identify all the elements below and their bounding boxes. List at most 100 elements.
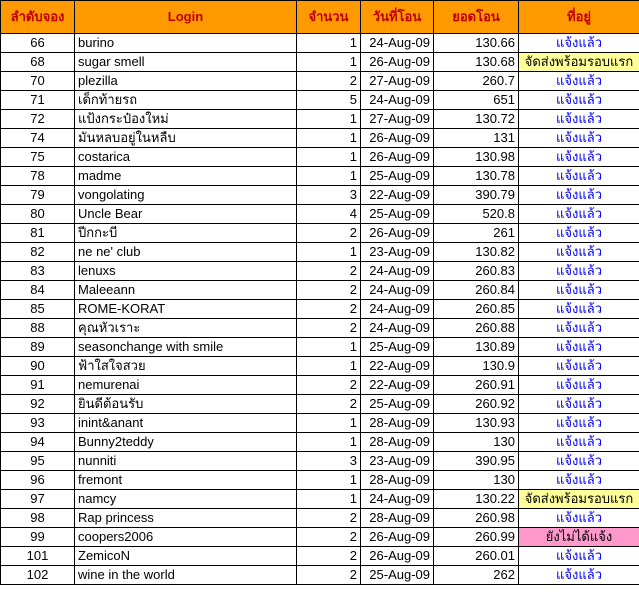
cell-order[interactable]: 89 <box>0 337 75 357</box>
cell-order[interactable]: 78 <box>0 166 75 186</box>
cell-order[interactable]: 81 <box>0 223 75 243</box>
cell-amount[interactable]: 260.85 <box>433 299 519 319</box>
cell-date[interactable]: 26-Aug-09 <box>360 52 434 72</box>
cell-qty[interactable]: 2 <box>296 527 361 547</box>
cell-amount[interactable]: 131 <box>433 128 519 148</box>
cell-order[interactable]: 71 <box>0 90 75 110</box>
cell-status[interactable]: แจ้งแล้ว <box>518 356 639 376</box>
cell-status[interactable]: แจ้งแล้ว <box>518 109 639 129</box>
cell-status[interactable]: จัดส่งพร้อมรอบแรก <box>518 489 639 509</box>
cell-status[interactable]: แจ้งแล้ว <box>518 204 639 224</box>
cell-amount[interactable]: 260.84 <box>433 280 519 300</box>
cell-qty[interactable]: 2 <box>296 508 361 528</box>
cell-date[interactable]: 26-Aug-09 <box>360 147 434 167</box>
cell-date[interactable]: 25-Aug-09 <box>360 204 434 224</box>
cell-date[interactable]: 24-Aug-09 <box>360 280 434 300</box>
cell-order[interactable]: 97 <box>0 489 75 509</box>
cell-login[interactable]: Bunny2teddy <box>74 432 297 452</box>
cell-order[interactable]: 88 <box>0 318 75 338</box>
cell-order[interactable]: 98 <box>0 508 75 528</box>
cell-status[interactable]: แจ้งแล้ว <box>518 375 639 395</box>
cell-status[interactable]: แจ้งแล้ว <box>518 71 639 91</box>
cell-login[interactable]: plezilla <box>74 71 297 91</box>
cell-date[interactable]: 25-Aug-09 <box>360 166 434 186</box>
cell-login[interactable]: ฟ้าใสใจสวย <box>74 356 297 376</box>
cell-date[interactable]: 26-Aug-09 <box>360 128 434 148</box>
cell-date[interactable]: 24-Aug-09 <box>360 90 434 110</box>
cell-date[interactable]: 28-Aug-09 <box>360 508 434 528</box>
cell-order[interactable]: 101 <box>0 546 75 566</box>
cell-order[interactable]: 91 <box>0 375 75 395</box>
cell-qty[interactable]: 1 <box>296 166 361 186</box>
cell-status[interactable]: แจ้งแล้ว <box>518 413 639 433</box>
cell-amount[interactable]: 651 <box>433 90 519 110</box>
cell-status[interactable]: แจ้งแล้ว <box>518 432 639 452</box>
cell-amount[interactable]: 130 <box>433 432 519 452</box>
cell-qty[interactable]: 1 <box>296 147 361 167</box>
cell-amount[interactable]: 260.7 <box>433 71 519 91</box>
cell-date[interactable]: 24-Aug-09 <box>360 261 434 281</box>
cell-order[interactable]: 82 <box>0 242 75 262</box>
cell-order[interactable]: 79 <box>0 185 75 205</box>
cell-status[interactable]: แจ้งแล้ว <box>518 394 639 414</box>
cell-qty[interactable]: 1 <box>296 337 361 357</box>
cell-login[interactable]: ZemicoN <box>74 546 297 566</box>
cell-status[interactable]: แจ้งแล้ว <box>518 470 639 490</box>
cell-login[interactable]: ปีกกะบี <box>74 223 297 243</box>
cell-status[interactable]: แจ้งแล้ว <box>518 242 639 262</box>
cell-order[interactable]: 93 <box>0 413 75 433</box>
cell-amount[interactable]: 130 <box>433 470 519 490</box>
cell-status[interactable]: แจ้งแล้ว <box>518 299 639 319</box>
cell-qty[interactable]: 3 <box>296 185 361 205</box>
cell-order[interactable]: 95 <box>0 451 75 471</box>
cell-status[interactable]: แจ้งแล้ว <box>518 185 639 205</box>
cell-login[interactable]: ยินดีต้อนรับ <box>74 394 297 414</box>
cell-amount[interactable]: 130.66 <box>433 33 519 53</box>
cell-login[interactable]: sugar smell <box>74 52 297 72</box>
cell-qty[interactable]: 1 <box>296 470 361 490</box>
cell-status[interactable]: แจ้งแล้ว <box>518 451 639 471</box>
cell-login[interactable]: fremont <box>74 470 297 490</box>
cell-amount[interactable]: 260.92 <box>433 394 519 414</box>
cell-date[interactable]: 25-Aug-09 <box>360 394 434 414</box>
cell-amount[interactable]: 130.72 <box>433 109 519 129</box>
cell-login[interactable]: แป้งกระป๋องใหม่ <box>74 109 297 129</box>
cell-qty[interactable]: 2 <box>296 565 361 585</box>
cell-order[interactable]: 90 <box>0 356 75 376</box>
cell-qty[interactable]: 2 <box>296 261 361 281</box>
cell-order[interactable]: 84 <box>0 280 75 300</box>
cell-qty[interactable]: 2 <box>296 546 361 566</box>
cell-date[interactable]: 23-Aug-09 <box>360 451 434 471</box>
cell-qty[interactable]: 5 <box>296 90 361 110</box>
cell-amount[interactable]: 130.68 <box>433 52 519 72</box>
cell-login[interactable]: ne ne' club <box>74 242 297 262</box>
cell-login[interactable]: lenuxs <box>74 261 297 281</box>
cell-status[interactable]: แจ้งแล้ว <box>518 147 639 167</box>
cell-order[interactable]: 92 <box>0 394 75 414</box>
cell-qty[interactable]: 1 <box>296 432 361 452</box>
cell-status[interactable]: แจ้งแล้ว <box>518 33 639 53</box>
cell-date[interactable]: 26-Aug-09 <box>360 223 434 243</box>
cell-amount[interactable]: 130.82 <box>433 242 519 262</box>
cell-order[interactable]: 94 <box>0 432 75 452</box>
cell-date[interactable]: 25-Aug-09 <box>360 337 434 357</box>
cell-login[interactable]: coopers2006 <box>74 527 297 547</box>
cell-date[interactable]: 28-Aug-09 <box>360 470 434 490</box>
cell-date[interactable]: 22-Aug-09 <box>360 375 434 395</box>
header-date[interactable]: วันที่โอน <box>360 0 434 34</box>
cell-qty[interactable]: 1 <box>296 413 361 433</box>
cell-status[interactable]: แจ้งแล้ว <box>518 90 639 110</box>
cell-order[interactable]: 75 <box>0 147 75 167</box>
cell-order[interactable]: 74 <box>0 128 75 148</box>
cell-qty[interactable]: 2 <box>296 318 361 338</box>
cell-order[interactable]: 99 <box>0 527 75 547</box>
cell-status[interactable]: แจ้งแล้ว <box>518 261 639 281</box>
cell-date[interactable]: 27-Aug-09 <box>360 109 434 129</box>
cell-date[interactable]: 23-Aug-09 <box>360 242 434 262</box>
cell-qty[interactable]: 1 <box>296 356 361 376</box>
cell-qty[interactable]: 2 <box>296 280 361 300</box>
cell-amount[interactable]: 520.8 <box>433 204 519 224</box>
cell-qty[interactable]: 2 <box>296 299 361 319</box>
cell-login[interactable]: เด็กท้ายรถ <box>74 90 297 110</box>
cell-date[interactable]: 24-Aug-09 <box>360 33 434 53</box>
